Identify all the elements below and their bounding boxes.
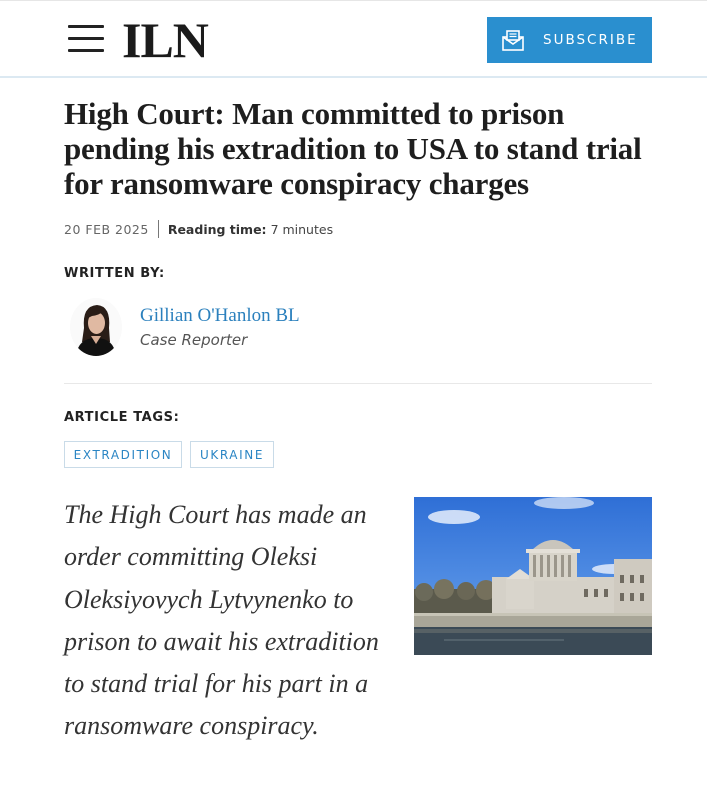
- reading-time-label: Reading time:: [167, 221, 267, 237]
- site-logo[interactable]: ILN: [122, 13, 209, 67]
- author-avatar[interactable]: [70, 298, 122, 356]
- written-by-heading: WRITTEN BY:: [64, 266, 165, 281]
- article-tags-heading: ARTICLE TAGS:: [64, 410, 180, 425]
- subscribe-button[interactable]: SUBSCRIBE: [487, 17, 652, 63]
- author-role: Case Reporter: [140, 331, 248, 349]
- publish-date: 20 FEB 2025: [64, 221, 149, 237]
- article-photo: [414, 497, 652, 655]
- meta-divider: [157, 220, 159, 238]
- section-divider: [64, 383, 652, 384]
- hamburger-menu-icon[interactable]: [68, 25, 104, 53]
- author-block: Gillian O'Hanlon BL Case Reporter: [70, 298, 300, 356]
- tag-ukraine[interactable]: UKRAINE: [190, 441, 274, 468]
- article-lede: The High Court has made an order committ…: [64, 500, 379, 741]
- reading-time-value: 7 minutes: [270, 221, 334, 237]
- envelope-icon: [502, 30, 524, 51]
- tag-extradition[interactable]: EXTRADITION: [64, 441, 182, 468]
- article-title: High Court: Man committed to prison pend…: [64, 96, 642, 201]
- author-name-link[interactable]: Gillian O'Hanlon BL: [140, 305, 300, 327]
- site-header: ILN SUBSCRIBE: [0, 0, 707, 78]
- article-meta: 20 FEB 2025 Reading time: 7 minutes: [64, 220, 333, 238]
- subscribe-label: SUBSCRIBE: [543, 32, 638, 48]
